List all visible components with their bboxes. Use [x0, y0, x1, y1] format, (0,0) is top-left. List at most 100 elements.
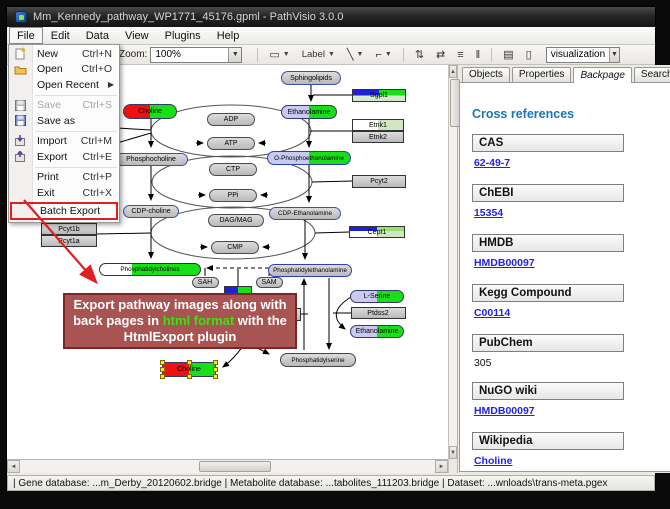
canvas-vertical-scrollbar[interactable]: ▲ ▼: [449, 65, 457, 459]
cross-reference-link[interactable]: HMDB00097: [474, 405, 535, 417]
section-title: Wikipedia: [472, 432, 624, 450]
chevron-down-icon: ▼: [357, 51, 364, 58]
selection-handle[interactable]: [187, 360, 192, 365]
node-l-serine[interactable]: L-Serine: [350, 290, 404, 303]
node-choline[interactable]: Choline: [123, 104, 177, 119]
node-atp[interactable]: ATP: [207, 137, 255, 150]
node-sphingolipids[interactable]: Sphingolipids: [281, 71, 341, 85]
horizontal-scroll-thumb[interactable]: [199, 461, 271, 472]
selection-handle[interactable]: [213, 374, 218, 379]
node-choline[interactable]: Choline: [162, 362, 216, 377]
selection-handle[interactable]: [160, 360, 165, 365]
line-tool-icon: ╲: [347, 48, 354, 61]
datanode-tool-button[interactable]: ▭▼: [264, 46, 294, 64]
tab-properties[interactable]: Properties: [512, 67, 572, 82]
vertical-scroll-thumb[interactable]: [450, 79, 460, 127]
scroll-right-icon[interactable]: ►: [435, 460, 448, 473]
selection-handle[interactable]: [187, 374, 192, 379]
cross-reference-link[interactable]: Choline: [474, 455, 513, 467]
selection-handle[interactable]: [213, 367, 218, 372]
file-menu-item-print[interactable]: PrintCtrl+P: [9, 170, 119, 186]
file-menu-item-save-as[interactable]: Save as: [9, 113, 119, 129]
node-ppi[interactable]: PPi: [209, 189, 257, 202]
node-dag-mag[interactable]: DAG/MAG: [208, 214, 264, 227]
menu-data[interactable]: Data: [78, 27, 117, 44]
selection-handle[interactable]: [160, 374, 165, 379]
scroll-left-icon[interactable]: ◄: [7, 460, 20, 473]
node-sgpl1[interactable]: Sgpl1: [352, 89, 406, 102]
node-cdp-ethanolamine[interactable]: CDP-Ethanolamine: [269, 207, 341, 220]
label-tool-icon: Label: [302, 49, 325, 60]
node-adp[interactable]: ADP: [207, 113, 255, 126]
visualization-combobox[interactable]: visualization ▼: [546, 47, 620, 63]
titlebar[interactable]: Mm_Kennedy_pathway_WP1771_45176.gpml - P…: [7, 7, 655, 27]
cross-reference-link[interactable]: C00114: [474, 307, 510, 319]
cross-reference-link[interactable]: 62-49-7: [474, 157, 510, 169]
menu-file[interactable]: File: [9, 27, 43, 44]
node-cmp[interactable]: CMP: [211, 241, 259, 254]
line-tool-button[interactable]: ╲▼: [342, 46, 369, 64]
menu-edit[interactable]: Edit: [43, 27, 78, 44]
align-horizontal-center-button[interactable]: ⇄: [431, 46, 450, 64]
label-tool-button[interactable]: Label▼: [297, 46, 340, 64]
node-pcyt1b[interactable]: Pcyt1b: [41, 223, 97, 235]
node-sam[interactable]: SAM: [256, 277, 283, 288]
node-sah[interactable]: SAH: [192, 277, 219, 288]
node-ethanolamine[interactable]: Ethanolamine: [281, 105, 337, 119]
backpage-section-chebi: ChEBI15354: [472, 184, 670, 221]
node-label: Sphingolipids: [290, 75, 332, 82]
tab-backpage[interactable]: Backpage: [573, 67, 631, 83]
chevron-down-icon: ▼: [328, 51, 335, 58]
import-icon: [9, 135, 31, 147]
selection-handle[interactable]: [213, 360, 218, 365]
menu-help[interactable]: Help: [209, 27, 248, 44]
selection-handle[interactable]: [160, 367, 165, 372]
file-menu-item-exit[interactable]: ExitCtrl+X: [9, 185, 119, 201]
node-phosphocholine[interactable]: Phosphocholine: [114, 153, 188, 166]
node-label: CDP-Ethanolamine: [278, 210, 332, 217]
file-menu-item-batch-export[interactable]: Batch Export: [10, 202, 118, 220]
node-phosphatidylcholines[interactable]: Phosphatidylcholines: [99, 263, 201, 276]
node-label: DAG/MAG: [219, 217, 252, 224]
node-etnk1[interactable]: Etnk1: [352, 119, 404, 131]
cross-reference-link[interactable]: HMDB00097: [474, 257, 535, 269]
saveas-icon: [9, 115, 31, 126]
node-pcyt2[interactable]: Pcyt2: [352, 175, 406, 188]
node-etnk2[interactable]: Etnk2: [352, 131, 404, 143]
node-label: Etnk1: [369, 122, 387, 129]
file-menu-item-save[interactable]: SaveCtrl+S: [9, 98, 119, 114]
canvas-horizontal-scrollbar[interactable]: ◄ ►: [7, 459, 448, 473]
scroll-down-icon[interactable]: ▼: [449, 446, 457, 459]
scroll-up-icon[interactable]: ▲: [449, 65, 457, 78]
node-phosphatidylserine[interactable]: Phosphatidylserine: [280, 353, 356, 367]
screenshot-frame: Mm_Kennedy_pathway_WP1771_45176.gpml - P…: [0, 0, 670, 509]
file-menu-item-open[interactable]: OpenCtrl+O: [9, 62, 119, 78]
node-ctp[interactable]: CTP: [209, 163, 257, 176]
node-o-phosphoethanolamine[interactable]: O-Phosphoethanolamine: [267, 151, 351, 165]
file-menu-item-new[interactable]: NewCtrl+N: [9, 46, 119, 62]
file-menu-item-import[interactable]: ImportCtrl+M: [9, 134, 119, 150]
stack-horizontal-button[interactable]: ‖: [471, 46, 486, 64]
menu-separator: [35, 131, 117, 132]
zoom-combobox[interactable]: 100% ▼: [150, 47, 242, 63]
tab-objects[interactable]: Objects: [462, 67, 510, 82]
stack-vertical-button[interactable]: ≡: [452, 46, 468, 64]
common-height-button[interactable]: ▯: [521, 46, 537, 64]
common-width-button[interactable]: ▤: [498, 46, 518, 64]
chevron-down-icon[interactable]: ▼: [609, 48, 619, 62]
node-cdp-choline[interactable]: CDP-choline: [123, 205, 179, 218]
align-vertical-center-button[interactable]: ⇅: [410, 46, 429, 64]
menu-view[interactable]: View: [117, 27, 157, 44]
menu-plugins[interactable]: Plugins: [157, 27, 209, 44]
node-ethanolamine[interactable]: Ethanolamine: [350, 325, 404, 338]
file-menu-item-open-recent[interactable]: Open Recent▶: [9, 77, 119, 93]
node-pcyt1a[interactable]: Pcyt1a: [41, 235, 97, 247]
node-phosphatidylethanolamine[interactable]: Phosphatidylethanolamine: [268, 264, 352, 277]
file-menu-item-export[interactable]: ExportCtrl+E: [9, 149, 119, 165]
node-ptdss2[interactable]: Ptdss2: [351, 307, 406, 319]
chevron-down-icon[interactable]: ▼: [228, 48, 241, 62]
tab-search[interactable]: Search: [634, 67, 670, 82]
connector-tool-button[interactable]: ⌐▼: [370, 46, 396, 64]
cross-reference-link[interactable]: 15354: [474, 207, 503, 219]
node-cept1[interactable]: Cept1: [349, 226, 405, 238]
